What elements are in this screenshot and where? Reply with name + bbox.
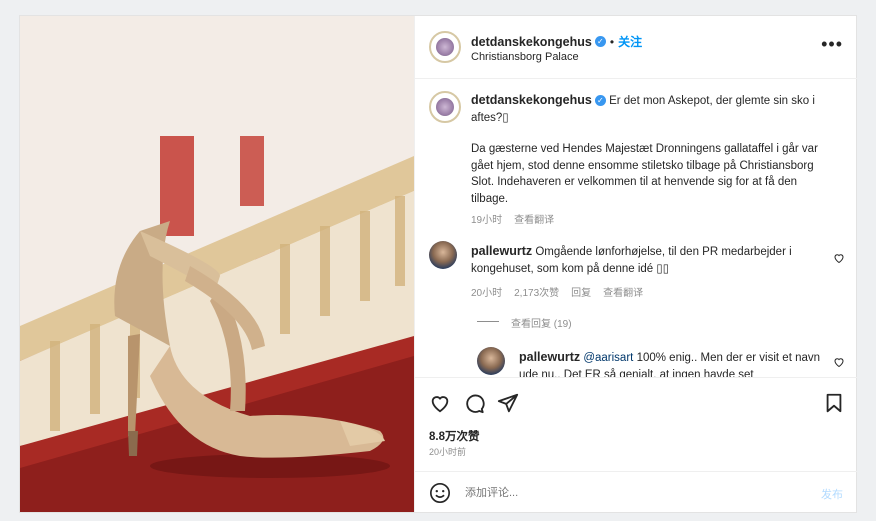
verified-icon: ✓	[594, 95, 606, 107]
shoe-photo-illustration	[20, 16, 414, 512]
emoji-icon[interactable]	[429, 482, 451, 504]
action-bar: 8.8万次赞 20小时前 发布	[415, 377, 857, 513]
heart-icon[interactable]	[429, 392, 451, 414]
reply-avatar[interactable]	[477, 347, 505, 375]
comment-username[interactable]: pallewurtz	[471, 244, 532, 258]
post-card: detdanskekongehus ✓ • 关注 Christiansborg Pal…	[20, 16, 857, 512]
post-header: detdanskekongehus ✓ • 关注 Christiansborg Pal…	[415, 16, 857, 79]
caption-emoji: ▯	[502, 111, 509, 124]
caption-time: 19小时	[471, 215, 503, 226]
caption-meta: 19小时 查看翻译	[471, 211, 566, 226]
comment-reply-link[interactable]: 回复	[571, 288, 591, 299]
reply-like-icon[interactable]	[833, 356, 845, 368]
comment-bar: 发布	[415, 471, 857, 514]
crest-icon	[436, 38, 454, 56]
caption-translate-link[interactable]: 查看翻译	[514, 215, 554, 226]
comments-scroll[interactable]: detdanskekongehus ✓ Er det mon Askepot, d…	[415, 79, 857, 377]
post-details-pane: detdanskekongehus ✓ • 关注 Christiansborg Pal…	[414, 16, 857, 512]
comment-input[interactable]	[463, 486, 767, 500]
view-replies-link[interactable]: 查看回复 (19)	[511, 315, 572, 330]
comment-meta: 20小时 2,173次赞 回复 查看翻译	[471, 284, 655, 299]
post-time: 20小时前	[429, 447, 467, 457]
likes-count[interactable]: 8.8万次赞	[429, 428, 480, 444]
replies-divider	[477, 321, 499, 322]
reply-text: pallewurtz @aarisart 100% enig.. Men der…	[519, 349, 824, 377]
more-icon[interactable]: •••	[821, 34, 843, 55]
reply-username[interactable]: pallewurtz	[519, 350, 580, 364]
comment-likes[interactable]: 2,173次赞	[514, 288, 559, 299]
commenter-avatar[interactable]	[429, 241, 457, 269]
verified-icon: ✓	[594, 36, 606, 48]
share-icon[interactable]	[497, 392, 519, 414]
separator-dot: •	[609, 35, 615, 49]
reply-mention[interactable]: @aarisart	[583, 352, 633, 364]
comment-time: 20小时	[471, 288, 503, 299]
caption-first-line: detdanskekongehus ✓ Er det mon Askepot, d…	[471, 92, 831, 126]
comment-text: pallewurtz Omgående lønforhøjelse, til d…	[471, 243, 821, 277]
caption-body: Da gæsterne ved Hendes Majestæt Dronning…	[471, 143, 818, 205]
avatar[interactable]	[429, 31, 461, 63]
caption-avatar[interactable]	[429, 91, 461, 123]
crest-icon	[436, 98, 454, 116]
comment-translate-link[interactable]: 查看翻译	[603, 288, 643, 299]
header-username[interactable]: detdanskekongehus	[471, 35, 592, 49]
post-photo[interactable]	[20, 16, 414, 512]
header-identity: detdanskekongehus ✓ • 关注	[471, 33, 642, 51]
location-link[interactable]: Christiansborg Palace	[471, 51, 579, 63]
caption-username[interactable]: detdanskekongehus	[471, 93, 592, 107]
comment-icon[interactable]	[463, 392, 485, 414]
follow-button[interactable]: 关注	[618, 35, 642, 49]
post-button[interactable]: 发布	[821, 486, 843, 502]
comment-like-icon[interactable]	[833, 252, 845, 264]
bookmark-icon[interactable]	[823, 392, 845, 414]
